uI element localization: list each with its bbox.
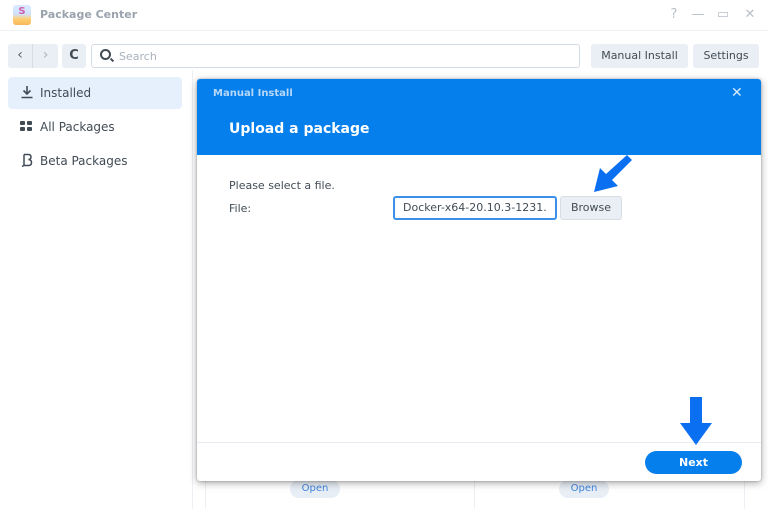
- select-file-prompt: Please select a file.: [229, 179, 335, 192]
- manual-install-dialog: Manual Install ✕ Upload a package Please…: [197, 79, 761, 481]
- sidebar-item-label: All Packages: [40, 120, 115, 134]
- card-divider: [744, 480, 745, 509]
- download-icon: [20, 85, 34, 99]
- refresh-button[interactable]: C: [62, 44, 86, 68]
- forward-button[interactable]: ›: [33, 44, 58, 68]
- package-center-app-icon: S: [13, 5, 31, 25]
- footer-divider: [197, 442, 761, 443]
- sidebar-item-label: Beta Packages: [40, 154, 128, 168]
- sidebar-item-installed[interactable]: Installed: [8, 77, 182, 109]
- sidebar-item-label: Installed: [40, 86, 92, 100]
- dialog-header: Manual Install ✕ Upload a package: [197, 79, 761, 155]
- beta-icon: [20, 153, 34, 168]
- card-divider: [205, 480, 206, 509]
- card-divider: [474, 480, 475, 509]
- minimize-icon[interactable]: —: [691, 7, 705, 22]
- browse-button[interactable]: Browse: [560, 196, 622, 220]
- search-icon: [100, 49, 111, 60]
- arrow-pointing-to-browse-icon: [594, 155, 632, 192]
- arrow-pointing-to-next-icon: [680, 397, 712, 445]
- sidebar-item-beta-packages[interactable]: Beta Packages: [8, 145, 182, 177]
- open-package-button[interactable]: Open: [559, 480, 609, 498]
- content-divider: [192, 70, 193, 509]
- help-icon[interactable]: ?: [667, 7, 681, 22]
- grid-icon: [20, 121, 33, 133]
- settings-button[interactable]: Settings: [693, 44, 759, 68]
- next-button[interactable]: Next: [645, 451, 742, 474]
- file-label: File:: [229, 202, 252, 215]
- title-bar: S Package Center ? — ▭ ✕: [0, 0, 768, 31]
- manual-install-button[interactable]: Manual Install: [591, 44, 688, 68]
- dialog-heading: Upload a package: [229, 121, 370, 137]
- search-input[interactable]: [119, 47, 569, 65]
- close-window-icon[interactable]: ✕: [743, 7, 757, 22]
- dialog-title: Manual Install: [213, 88, 293, 99]
- window-title: Package Center: [40, 8, 138, 21]
- open-package-button[interactable]: Open: [290, 480, 340, 498]
- maximize-icon[interactable]: ▭: [716, 7, 730, 22]
- sidebar-item-all-packages[interactable]: All Packages: [8, 111, 182, 143]
- close-icon[interactable]: ✕: [731, 85, 743, 101]
- search-box[interactable]: [91, 44, 580, 68]
- back-button[interactable]: ‹: [8, 44, 33, 68]
- file-path-field[interactable]: Docker-x64-20.10.3-1231.: [393, 196, 557, 220]
- navigation-buttons: ‹ ›: [8, 44, 58, 68]
